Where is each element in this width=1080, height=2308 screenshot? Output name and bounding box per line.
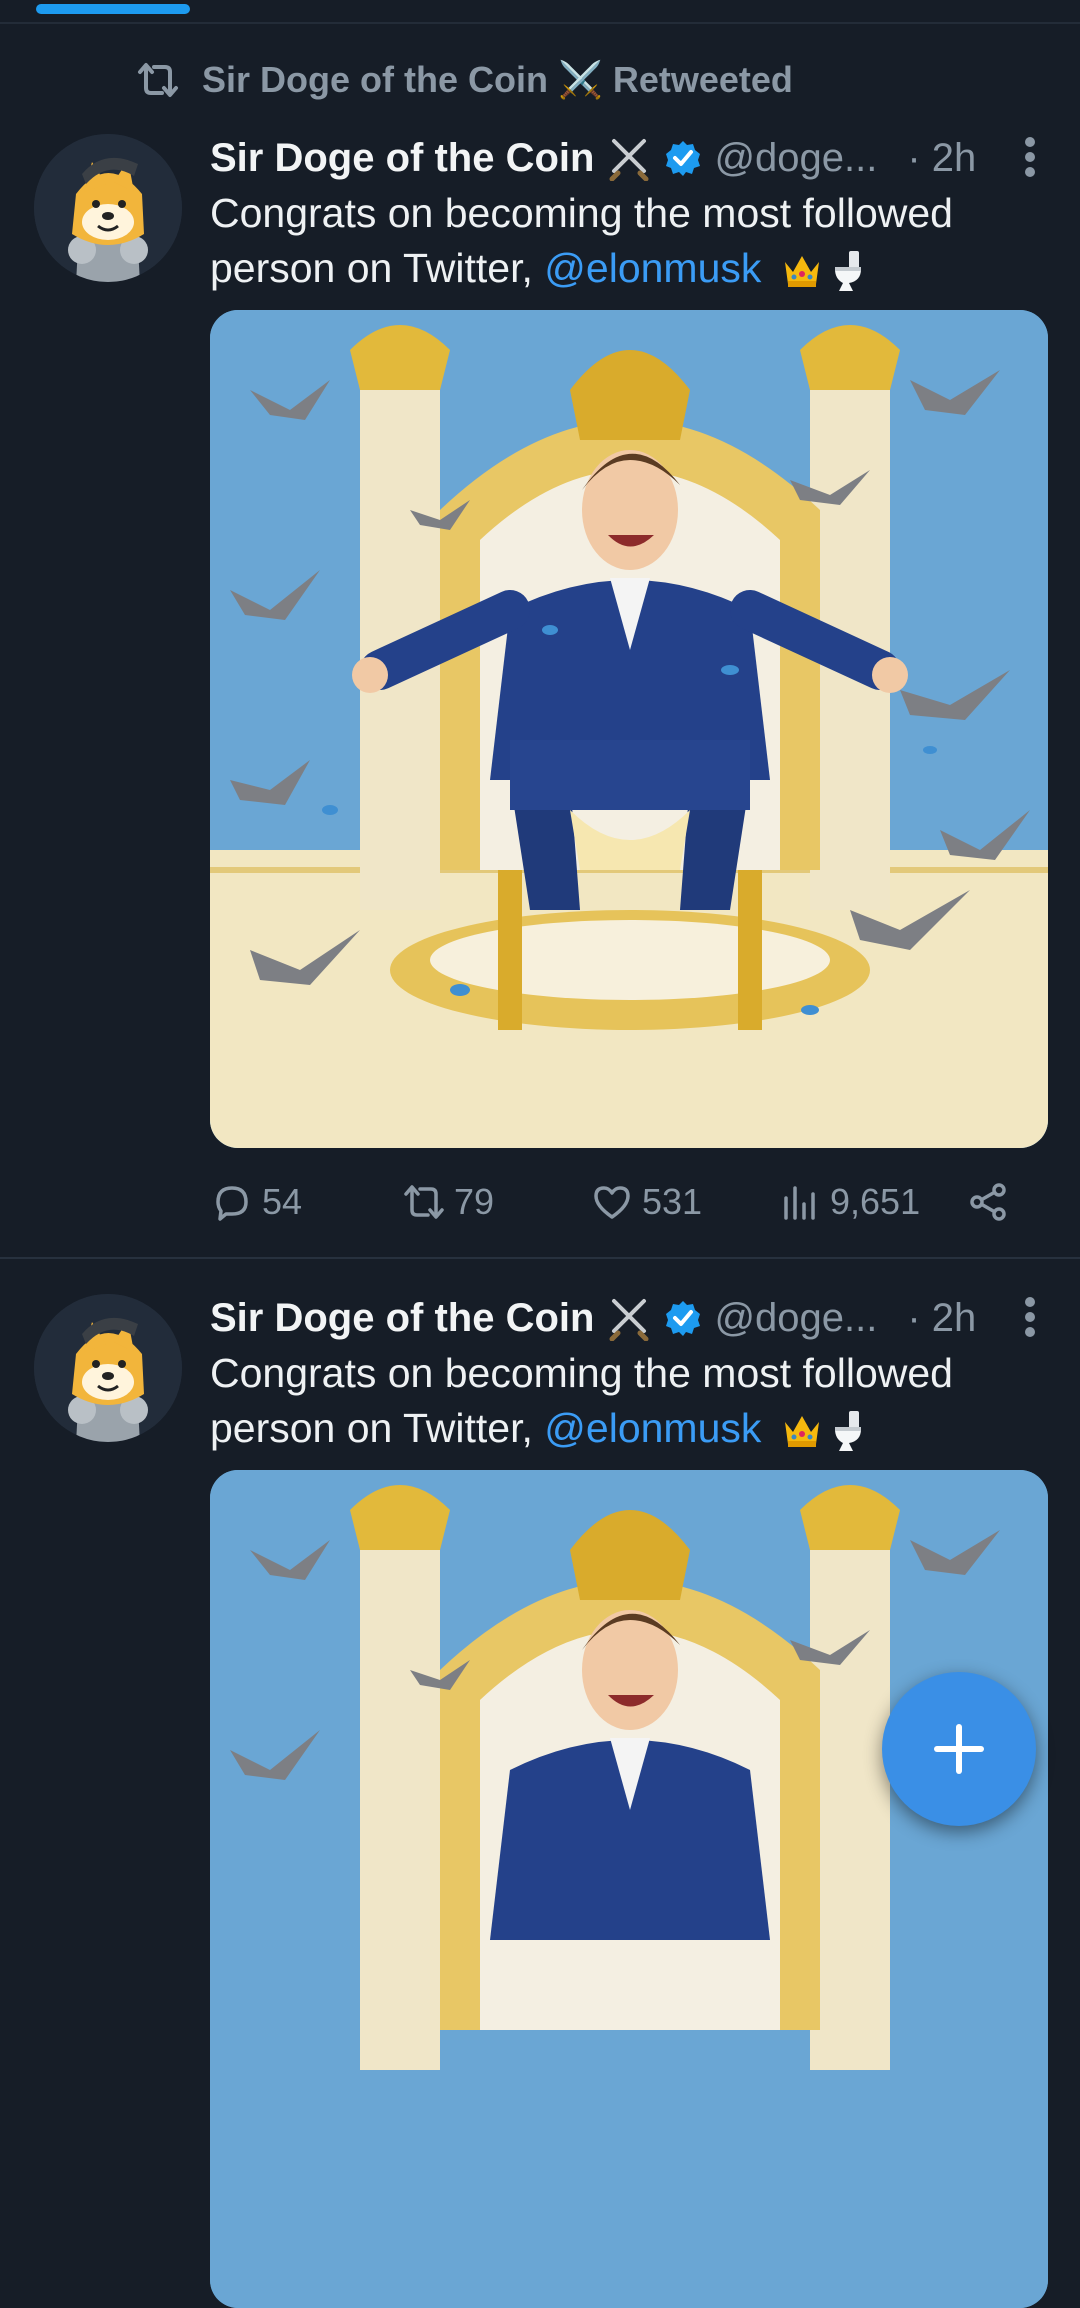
retweet-icon	[404, 1185, 444, 1219]
toilet-emoji-icon	[834, 251, 861, 292]
author-name[interactable]: Sir Doge of the Coin	[210, 136, 594, 181]
verified-badge-icon	[666, 1301, 701, 1336]
doge-avatar-image	[34, 134, 182, 282]
author-handle[interactable]: @doge...	[714, 136, 877, 181]
retweet-button[interactable]: 79	[402, 1174, 494, 1230]
crown-emoji-icon	[784, 1416, 819, 1448]
views-button[interactable]: 9,651	[778, 1174, 920, 1230]
doge-avatar-image	[34, 1294, 182, 1442]
compose-plus-icon	[934, 1724, 984, 1774]
author-handle[interactable]: @doge...	[714, 1296, 877, 1341]
mention-link[interactable]: @elonmusk	[544, 245, 761, 291]
avatar[interactable]	[34, 134, 182, 282]
more-icon[interactable]	[1024, 136, 1036, 178]
like-icon	[594, 1186, 630, 1219]
top-divider	[0, 22, 1080, 24]
author-name[interactable]: Sir Doge of the Coin	[210, 1296, 594, 1341]
tweet-text: Congrats on becoming the most followed p…	[210, 186, 1030, 296]
view-count: 9,651	[830, 1181, 921, 1222]
tweet-actions: 54 79 531 9,651	[210, 1174, 1030, 1230]
compose-tweet-button[interactable]	[882, 1672, 1036, 1826]
crossed-swords-icon	[609, 139, 649, 181]
tweet-divider	[0, 1257, 1080, 1259]
tweet-header: Sir Doge of the Coin @doge... · 2h	[210, 130, 1080, 186]
avatar[interactable]	[34, 1294, 182, 1442]
crossed-swords-icon	[609, 1299, 649, 1341]
tweet-image[interactable]	[210, 310, 1048, 1148]
like-button[interactable]: 531	[590, 1174, 702, 1230]
more-icon[interactable]	[1024, 1296, 1036, 1338]
active-tab-indicator	[36, 4, 190, 14]
reply-button[interactable]: 54	[210, 1174, 302, 1230]
retweeted-by-line[interactable]: Sir Doge of the Coin ⚔️ Retweeted	[136, 58, 793, 102]
reply-count: 54	[262, 1181, 303, 1222]
toilet-emoji-icon	[834, 1411, 861, 1452]
retweet-icon	[138, 63, 178, 97]
retweeted-by-text: Sir Doge of the Coin ⚔️ Retweeted	[202, 59, 793, 100]
share-button[interactable]	[966, 1174, 1010, 1230]
tweet-image[interactable]	[210, 1470, 1048, 2308]
tweet-text: Congrats on becoming the most followed p…	[210, 1346, 1030, 1456]
tweet-header: Sir Doge of the Coin @doge... · 2h	[210, 1290, 1080, 1346]
reply-icon	[216, 1186, 248, 1221]
verified-badge-icon	[666, 141, 701, 176]
crown-emoji-icon	[784, 256, 819, 288]
mention-link[interactable]: @elonmusk	[544, 1405, 761, 1451]
retweet-count: 79	[454, 1181, 495, 1222]
tweet-timestamp[interactable]: · 2h	[907, 1296, 976, 1341]
views-icon	[784, 1186, 815, 1220]
share-icon	[970, 1183, 1006, 1221]
throne-artwork-image	[210, 310, 1048, 1148]
like-count: 531	[642, 1181, 703, 1222]
throne-artwork-image	[210, 1470, 1048, 2308]
tweet-timestamp[interactable]: · 2h	[907, 136, 976, 181]
